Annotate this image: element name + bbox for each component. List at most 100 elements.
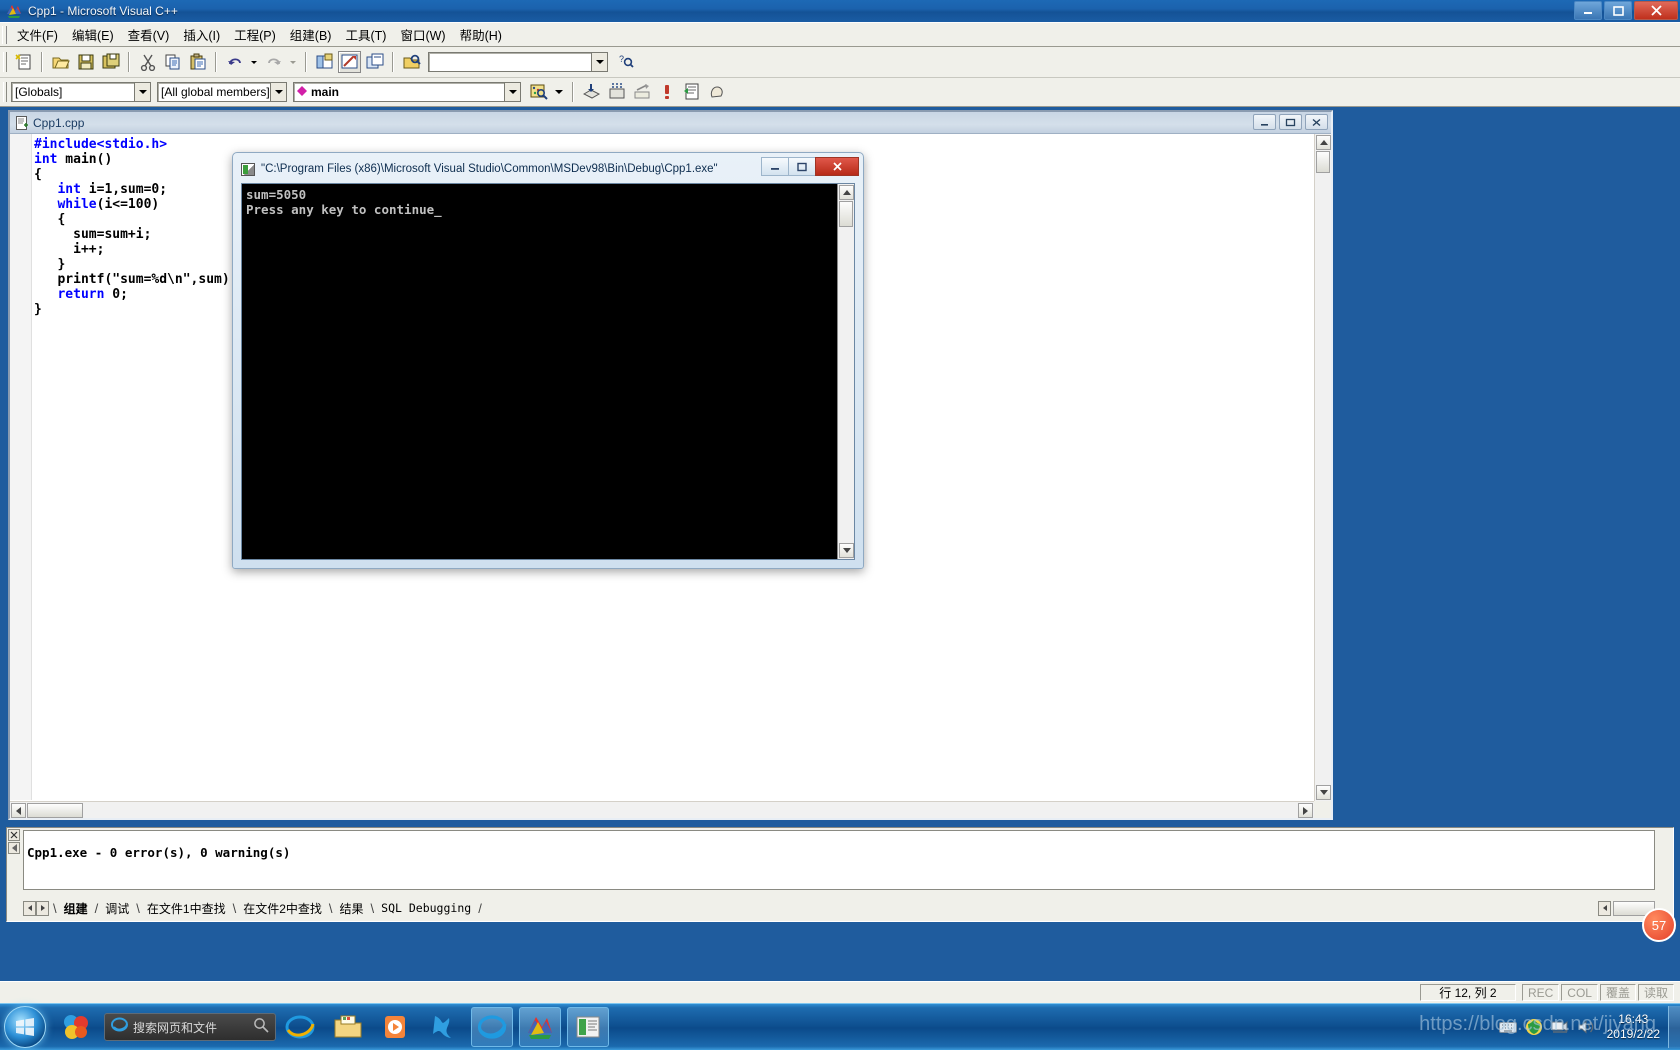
- execute-icon[interactable]: [655, 81, 678, 103]
- minimize-icon[interactable]: [1574, 1, 1602, 20]
- open-icon[interactable]: [49, 51, 72, 73]
- undo-dropdown-icon[interactable]: [248, 51, 260, 73]
- minimize-icon[interactable]: [761, 157, 789, 176]
- windows-start-orb-icon[interactable]: [4, 1006, 46, 1048]
- menu-insert[interactable]: 插入(I): [176, 22, 227, 47]
- menu-file[interactable]: 文件(F): [10, 22, 65, 47]
- minimize-icon[interactable]: [1253, 114, 1276, 130]
- menu-project[interactable]: 工程(P): [227, 22, 283, 47]
- menu-drag-grip[interactable]: [2, 25, 7, 44]
- file-explorer-icon[interactable]: [327, 1007, 369, 1047]
- dock-pane-icon[interactable]: [8, 842, 20, 854]
- menu-tools[interactable]: 工具(T): [338, 22, 393, 47]
- close-icon[interactable]: [815, 157, 859, 176]
- tab-build[interactable]: 组建: [57, 900, 95, 917]
- function-combo[interactable]: main: [293, 82, 521, 102]
- tab-find-in-files-2[interactable]: 在文件2中查找: [236, 900, 329, 917]
- find-in-files-icon[interactable]: [400, 51, 423, 73]
- build-icon[interactable]: [605, 81, 628, 103]
- menu-window[interactable]: 窗口(W): [393, 22, 452, 47]
- members-combo[interactable]: [All global members]: [157, 82, 287, 102]
- redo-icon[interactable]: [262, 51, 285, 73]
- stop-build-icon[interactable]: [630, 81, 653, 103]
- menu-view[interactable]: 查看(V): [121, 22, 177, 47]
- console-title-bar[interactable]: "C:\Program Files (x86)\Microsoft Visual…: [237, 157, 859, 181]
- scroll-thumb[interactable]: [27, 803, 83, 818]
- new-text-file-icon[interactable]: [12, 51, 35, 73]
- scroll-thumb[interactable]: [1316, 151, 1330, 173]
- show-desktop-button[interactable]: [1668, 1006, 1680, 1048]
- console-body[interactable]: sum=5050 Press any key to continue_: [241, 183, 855, 560]
- toolbar-drag-grip[interactable]: [3, 52, 7, 72]
- chevron-down-icon[interactable]: [270, 83, 286, 101]
- internet-explorer-icon[interactable]: [279, 1007, 321, 1047]
- toolbar-separator: [305, 52, 307, 72]
- search-icon[interactable]: [253, 1017, 269, 1038]
- status-caret-position: 行 12, 列 2: [1419, 984, 1516, 1001]
- window-list-icon[interactable]: [363, 51, 386, 73]
- tab-sql-debugging[interactable]: SQL Debugging: [374, 901, 478, 915]
- menu-edit[interactable]: 编辑(E): [65, 22, 121, 47]
- network-icon[interactable]: [1549, 1016, 1571, 1038]
- cut-icon[interactable]: [136, 51, 159, 73]
- save-all-icon[interactable]: [99, 51, 122, 73]
- search-input[interactable]: 搜索网页和文件: [104, 1013, 276, 1041]
- tab-scroll-left-button[interactable]: [23, 900, 36, 916]
- tab-results[interactable]: 结果: [333, 900, 371, 917]
- workspace-icon[interactable]: [313, 51, 336, 73]
- 360-safe-icon[interactable]: [55, 1007, 97, 1047]
- shield-update-icon[interactable]: [1523, 1016, 1545, 1038]
- chevron-down-icon[interactable]: [591, 53, 607, 71]
- console-window[interactable]: "C:\Program Files (x86)\Microsoft Visual…: [232, 152, 864, 569]
- insert-breakpoint-icon[interactable]: [705, 81, 728, 103]
- save-icon[interactable]: [74, 51, 97, 73]
- tab-debug[interactable]: 调试: [98, 900, 136, 917]
- wizard-dropdown-icon[interactable]: [552, 81, 566, 103]
- close-icon[interactable]: [1305, 114, 1328, 130]
- redo-dropdown-icon[interactable]: [287, 51, 299, 73]
- editor-gutter[interactable]: [10, 134, 32, 800]
- chevron-down-icon[interactable]: [134, 83, 150, 101]
- console-running-icon[interactable]: [567, 1007, 609, 1047]
- media-player-icon[interactable]: [375, 1007, 417, 1047]
- scroll-left-button[interactable]: [11, 803, 26, 818]
- output-scroll-left-button[interactable]: [1598, 900, 1611, 916]
- editor-vertical-scrollbar[interactable]: [1314, 134, 1331, 801]
- menu-build[interactable]: 组建(B): [283, 22, 339, 47]
- menu-help[interactable]: 帮助(H): [453, 22, 509, 47]
- volume-icon[interactable]: [1575, 1016, 1597, 1038]
- scroll-down-button[interactable]: [839, 543, 854, 558]
- close-icon[interactable]: [1634, 1, 1678, 20]
- taskbar-clock[interactable]: 16:43 2019/2/22: [1607, 1012, 1660, 1042]
- scroll-right-button[interactable]: [1298, 803, 1313, 818]
- wizard-action-icon[interactable]: [527, 81, 550, 103]
- go-icon[interactable]: [680, 81, 703, 103]
- output-icon[interactable]: [338, 51, 361, 73]
- scroll-down-button[interactable]: [1316, 785, 1331, 800]
- tab-scroll-right-button[interactable]: [36, 900, 49, 916]
- find-help-icon[interactable]: ?: [614, 51, 637, 73]
- chevron-down-icon[interactable]: [504, 83, 520, 101]
- class-combo[interactable]: [Globals]: [11, 82, 151, 102]
- keyboard-layout-icon[interactable]: [1497, 1016, 1519, 1038]
- close-pane-icon[interactable]: [8, 829, 20, 841]
- scroll-up-button[interactable]: [1316, 135, 1331, 150]
- paste-icon[interactable]: [186, 51, 209, 73]
- scroll-up-button[interactable]: [839, 185, 854, 200]
- find-combo[interactable]: [428, 52, 608, 72]
- kugou-icon[interactable]: [423, 1007, 465, 1047]
- editor-horizontal-scrollbar[interactable]: [10, 801, 1314, 818]
- tab-find-in-files-1[interactable]: 在文件1中查找: [140, 900, 233, 917]
- ie-running-icon[interactable]: [471, 1007, 513, 1047]
- editor-title-bar[interactable]: Cpp1.cpp: [10, 112, 1331, 134]
- maximize-icon[interactable]: [1604, 1, 1632, 20]
- console-vertical-scrollbar[interactable]: [837, 184, 854, 559]
- restore-icon[interactable]: [1279, 114, 1302, 130]
- copy-icon[interactable]: [161, 51, 184, 73]
- scroll-thumb[interactable]: [839, 201, 853, 227]
- undo-icon[interactable]: [223, 51, 246, 73]
- wizardbar-drag-grip[interactable]: [3, 82, 7, 102]
- compile-icon[interactable]: [580, 81, 603, 103]
- maximize-icon[interactable]: [788, 157, 816, 176]
- visual-cpp-running-icon[interactable]: [519, 1007, 561, 1047]
